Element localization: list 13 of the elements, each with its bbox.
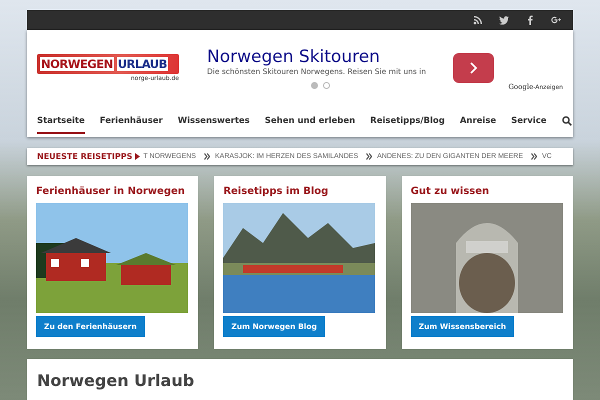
nav-item[interactable]: Wissenswertes: [178, 108, 250, 134]
nav-item[interactable]: Anreise: [460, 108, 496, 134]
nav-item[interactable]: Service: [511, 108, 547, 134]
nav-item[interactable]: Startseite: [37, 108, 85, 134]
ticker-label: NEUESTE REISETIPPS: [37, 152, 132, 161]
page-heading: Norwegen Urlaub: [37, 371, 194, 390]
nav-item[interactable]: Reisetipps/Blog: [370, 108, 445, 134]
ad-title[interactable]: Norwegen Skitouren: [207, 46, 427, 66]
nav-item[interactable]: Ferienhäuser: [100, 108, 163, 134]
nav-item[interactable]: Sehen und erleben: [264, 108, 356, 134]
card-title: Gut zu wissen: [410, 186, 490, 197]
card-title: Ferienhäuser in Norwegen: [36, 186, 186, 197]
card-title: Reisetipps im Blog: [223, 186, 330, 197]
